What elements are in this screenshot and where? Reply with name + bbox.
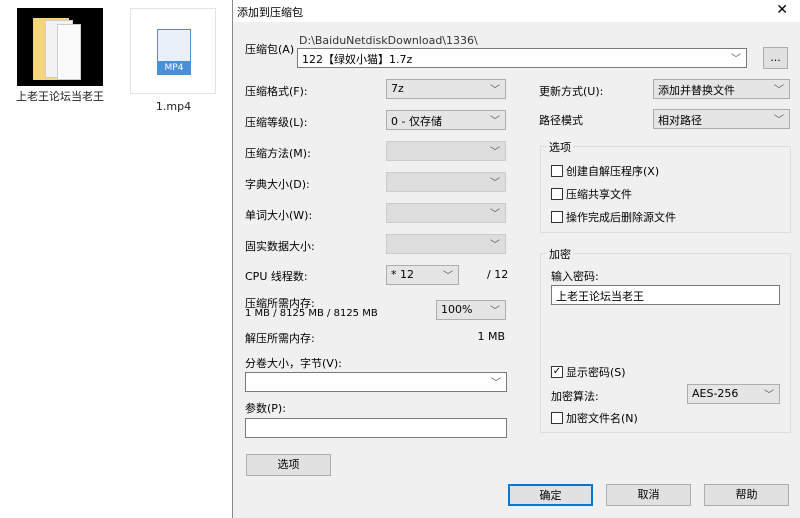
video-file-icon: MP4 xyxy=(130,8,216,94)
method-label: 压缩方法(M): xyxy=(245,147,311,160)
chevron-down-icon: ﹀ xyxy=(490,306,500,317)
folder-label: 上老王论坛当老王 xyxy=(16,90,104,103)
chevron-down-icon: ﹀ xyxy=(490,240,500,251)
checkbox-icon xyxy=(551,188,563,200)
chevron-down-icon: ﹀ xyxy=(731,54,741,65)
folder-icon xyxy=(17,8,103,86)
params-label: 参数(P): xyxy=(245,402,286,415)
method-select[interactable]: ﹀ xyxy=(386,141,506,161)
checkbox-icon xyxy=(551,165,563,177)
ok-button[interactable]: 确定 xyxy=(508,484,593,506)
algorithm-select[interactable]: AES-256 ﹀ xyxy=(687,384,780,404)
memory-detail: 1 MB / 8125 MB / 8125 MB xyxy=(245,308,378,319)
checkmark-icon: ✓ xyxy=(551,366,563,378)
sfx-checkbox[interactable]: 创建自解压程序(X) xyxy=(551,163,659,179)
options-group: 选项 创建自解压程序(X) 压缩共享文件 操作完成后删除源文件 xyxy=(540,139,791,233)
cpu-max: / 12 xyxy=(487,268,509,281)
chevron-down-icon: ﹀ xyxy=(774,115,784,126)
archive-path: D:\BaiduNetdiskDownload\1336\ xyxy=(299,34,478,47)
chevron-down-icon: ﹀ xyxy=(490,85,500,96)
cpu-select[interactable]: * 12 ﹀ xyxy=(386,265,459,285)
solid-select[interactable]: ﹀ xyxy=(386,234,506,254)
dict-select[interactable]: ﹀ xyxy=(386,172,506,192)
archive-name-value: 122【绿奴小猫】1.7z xyxy=(302,53,413,66)
password-value: 上老王论坛当老王 xyxy=(556,290,644,303)
level-label: 压缩等级(L): xyxy=(245,116,308,129)
encrypt-filenames-checkbox[interactable]: 加密文件名(N) xyxy=(551,410,638,426)
update-mode-select[interactable]: 添加并替换文件 ﹀ xyxy=(653,79,790,99)
update-mode-value: 添加并替换文件 xyxy=(658,84,735,97)
mp4-badge: MP4 xyxy=(157,61,191,75)
dialog-title: 添加到压缩包 xyxy=(237,6,303,19)
format-select[interactable]: 7z ﹀ xyxy=(386,79,506,99)
archive-name-combo[interactable]: 122【绿奴小猫】1.7z ﹀ xyxy=(297,48,747,68)
algorithm-label: 加密算法: xyxy=(551,390,599,403)
desktop-mp4-file[interactable]: MP4 1.mp4 xyxy=(130,8,217,113)
options-group-title: 选项 xyxy=(547,139,573,155)
split-size-combo[interactable]: ﹀ xyxy=(245,372,507,392)
checkbox-label: 操作完成后删除源文件 xyxy=(566,211,676,224)
decompress-memory-value: 1 MB xyxy=(477,330,505,343)
level-select[interactable]: 0 - 仅存储 ﹀ xyxy=(386,110,506,130)
shared-files-checkbox[interactable]: 压缩共享文件 xyxy=(551,186,632,202)
memory-select[interactable]: 100% ﹀ xyxy=(436,300,506,320)
checkbox-icon xyxy=(551,412,563,424)
options-button[interactable]: 选项 xyxy=(246,454,331,476)
cpu-value: * 12 xyxy=(391,268,414,281)
encryption-group-title: 加密 xyxy=(547,246,573,262)
path-mode-select[interactable]: 相对路径 ﹀ xyxy=(653,109,790,129)
params-input[interactable] xyxy=(245,418,507,438)
path-mode-value: 相对路径 xyxy=(658,114,702,127)
path-mode-label: 路径模式 xyxy=(539,114,583,127)
help-button[interactable]: 帮助 xyxy=(704,484,789,506)
decompress-memory-label: 解压所需内存: xyxy=(245,332,315,345)
checkbox-label: 加密文件名(N) xyxy=(566,412,638,425)
checkbox-label: 创建自解压程序(X) xyxy=(566,165,660,178)
password-label: 输入密码: xyxy=(551,270,599,283)
checkbox-label: 压缩共享文件 xyxy=(566,188,632,201)
chevron-down-icon: ﹀ xyxy=(490,178,500,189)
chevron-down-icon: ﹀ xyxy=(774,85,784,96)
cpu-label: CPU 线程数: xyxy=(245,270,308,283)
update-mode-label: 更新方式(U): xyxy=(539,85,604,98)
split-label: 分卷大小，字节(V): xyxy=(245,357,342,370)
desktop-folder[interactable]: 上老王论坛当老王 xyxy=(15,8,105,104)
chevron-down-icon: ﹀ xyxy=(443,271,453,282)
title-bar: 添加到压缩包 ✕ xyxy=(233,0,800,22)
chevron-down-icon: ﹀ xyxy=(491,378,501,389)
chevron-down-icon: ﹀ xyxy=(490,116,500,127)
format-value: 7z xyxy=(391,82,404,95)
browse-button[interactable]: ... xyxy=(763,47,788,69)
delete-after-checkbox[interactable]: 操作完成后删除源文件 xyxy=(551,209,676,225)
cancel-button[interactable]: 取消 xyxy=(606,484,691,506)
chevron-down-icon: ﹀ xyxy=(490,147,500,158)
file-label: 1.mp4 xyxy=(155,100,192,113)
show-password-checkbox[interactable]: ✓ 显示密码(S) xyxy=(551,364,626,380)
format-label: 压缩格式(F): xyxy=(245,85,308,98)
algorithm-value: AES-256 xyxy=(692,387,739,400)
password-input[interactable]: 上老王论坛当老王 xyxy=(551,285,780,305)
checkbox-icon xyxy=(551,211,563,223)
dict-label: 字典大小(D): xyxy=(245,178,310,191)
chevron-down-icon: ﹀ xyxy=(764,390,774,401)
memory-value: 100% xyxy=(441,303,473,316)
word-label: 单词大小(W): xyxy=(245,209,313,222)
checkbox-label: 显示密码(S) xyxy=(566,366,626,379)
solid-label: 固实数据大小: xyxy=(245,240,315,253)
archive-label: 压缩包(A) xyxy=(245,43,295,56)
encryption-group: 加密 输入密码: 上老王论坛当老王 ✓ 显示密码(S) 加密算法: AES-256… xyxy=(540,246,791,433)
chevron-down-icon: ﹀ xyxy=(490,209,500,220)
level-value: 0 - 仅存储 xyxy=(391,115,442,128)
word-select[interactable]: ﹀ xyxy=(386,203,506,223)
close-icon[interactable]: ✕ xyxy=(776,2,788,18)
add-to-archive-dialog: 添加到压缩包 ✕ 压缩包(A) D:\BaiduNetdiskDownload\… xyxy=(232,0,800,518)
